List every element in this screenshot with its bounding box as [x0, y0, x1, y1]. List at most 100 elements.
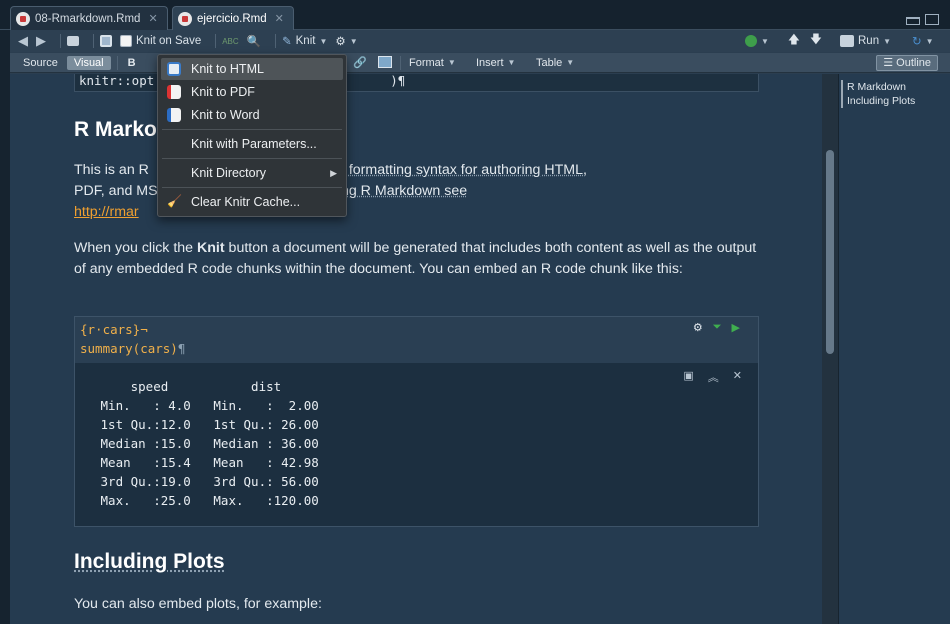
divider [215, 34, 217, 48]
search-icon[interactable]: 🔍 [247, 34, 261, 48]
knit-needle-icon: ✎ [282, 36, 292, 48]
outline-item-including-plots[interactable]: Including Plots [847, 94, 915, 108]
submenu-arrow-icon: ▶ [330, 167, 337, 178]
table-label: Table [536, 56, 563, 69]
menu-item-knit-to-html[interactable]: Knit to HTML [161, 58, 343, 80]
forward-arrow-icon[interactable]: ▶ [36, 33, 46, 49]
source-mode-button[interactable]: Source [16, 56, 65, 70]
knit-on-save-checkbox[interactable]: Knit on Save [120, 35, 201, 47]
outline-button[interactable]: ☰ Outline [876, 55, 938, 71]
heading-r-markdown: R Marko [74, 118, 157, 141]
menu-item-clear-knitr-cache[interactable]: 🧹 Clear Knitr Cache... [161, 191, 343, 213]
back-arrow-icon[interactable]: ◀ [18, 33, 28, 49]
maximize-pane-icon[interactable] [925, 14, 939, 25]
link-icon[interactable]: 🔗 [353, 56, 367, 69]
text-c: PDF, and MS [74, 183, 158, 199]
arrow-down-icon[interactable]: 🡇 [810, 32, 822, 51]
image-icon[interactable] [378, 56, 392, 68]
spellcheck-icon[interactable]: ABC [222, 37, 238, 46]
menu-item-knit-directory[interactable]: Knit Directory ▶ [161, 162, 343, 184]
visual-mode-button[interactable]: Visual [66, 55, 111, 70]
format-label: Format [409, 56, 444, 69]
collapse-output-icon[interactable]: ︽ [708, 369, 719, 385]
html-icon [167, 62, 181, 76]
left-border [0, 30, 10, 624]
menu-item-label: Knit Directory [191, 166, 267, 180]
knit-bold-text: Knit [197, 240, 225, 256]
run-chunk-icon[interactable]: ▶ [732, 321, 740, 334]
settings-button[interactable]: ⚙ ▼ [335, 34, 357, 48]
pdf-icon [167, 85, 181, 99]
tab-08-rmarkdown[interactable]: 08-Rmarkdown.Rmd ✕ [10, 6, 168, 30]
rmd-file-icon [178, 11, 192, 26]
word-icon [167, 108, 181, 122]
insert-menu[interactable]: Insert ▼ [476, 57, 515, 69]
menu-separator [162, 158, 342, 159]
rmarkdown-link[interactable]: http://rmar [74, 204, 139, 220]
tab-label: ejercicio.Rmd [197, 12, 267, 25]
expand-output-icon[interactable]: ▣ [683, 369, 693, 385]
document-editor[interactable]: knitr::opt)¶ R Marko This is an Rkdown i… [10, 74, 822, 624]
run-button[interactable]: Run ▼ [840, 35, 891, 47]
scrollbar-thumb[interactable] [826, 150, 834, 354]
paragraph-knit: When you click the Knit button a documen… [74, 238, 764, 280]
chevron-down-icon: ▼ [349, 36, 358, 46]
code-chunk-cars[interactable]: {r·cars}¬ summary(cars)¶ ⚙ ⏷ ▶ ▣ ︽ ✕ spe… [74, 316, 759, 527]
save-icon[interactable] [100, 35, 112, 47]
rerun-button[interactable]: ↻ ▼ [912, 34, 934, 48]
chunk-source[interactable]: {r·cars}¬ summary(cars)¶ [75, 317, 758, 363]
chunk-header: {r·cars}¬ [80, 322, 148, 337]
chunk-toolbar: ⚙ ⏷ ▶ [693, 321, 740, 334]
run-previous-chunks-icon[interactable]: ⏷ [713, 321, 722, 334]
minimize-pane-icon[interactable] [906, 17, 920, 25]
format-menu[interactable]: Format ▼ [409, 57, 456, 69]
code-text-tail: )¶ [390, 74, 406, 88]
outline-panel: R Markdown Including Plots [838, 74, 950, 624]
menu-separator [162, 129, 342, 130]
divider [275, 34, 276, 48]
visual-editor-toolbar: Source Visual B 🔗 Format ▼ Insert ▼ Tabl… [10, 53, 950, 73]
knit-button[interactable]: ✎ Knit ▼ [282, 34, 327, 48]
close-tab-icon[interactable]: ✕ [275, 12, 284, 25]
chevron-down-icon: ▼ [761, 36, 769, 46]
knit-dropdown-menu: Knit to HTML Knit to PDF Knit to Word Kn… [157, 54, 347, 217]
knit-on-save-label: Knit on Save [136, 35, 202, 47]
table-menu[interactable]: Table ▼ [536, 57, 574, 69]
menu-item-label: Knit to Word [191, 108, 260, 122]
close-tab-icon[interactable]: ✕ [148, 12, 157, 25]
paragraph-plots: You can also embed plots, for example: [74, 596, 322, 612]
close-output-icon[interactable]: ✕ [733, 369, 742, 385]
menu-item-knit-to-pdf[interactable]: Knit to PDF [161, 81, 343, 103]
outline-icon: ☰ [883, 57, 894, 69]
chevron-down-icon: ▼ [507, 58, 516, 67]
chunk-output: speed dist Min. : 4.0 Min. : 2.00 1st Qu… [100, 379, 319, 508]
text-a: When you click the [74, 240, 198, 256]
outline-item-r-markdown[interactable]: R Markdown [847, 80, 915, 94]
bold-button[interactable]: B [128, 57, 136, 69]
chevron-down-icon: ▼ [883, 36, 892, 46]
heading-including-plots: Including Plots [74, 550, 225, 573]
gear-icon[interactable]: ⚙ [693, 321, 703, 334]
chevron-down-icon[interactable]: ▼ [319, 37, 327, 46]
pilcrow: ¶ [177, 341, 186, 356]
menu-item-knit-to-word[interactable]: Knit to Word [161, 104, 343, 126]
run-label: Run [858, 35, 880, 47]
output-toolbar: ▣ ︽ ✕ [683, 369, 742, 385]
arrow-up-icon[interactable]: 🡅 [788, 32, 800, 51]
insert-chunk-button[interactable]: ▼ [745, 35, 769, 47]
checkbox-box[interactable] [120, 35, 132, 47]
knit-label: Knit [295, 35, 316, 47]
add-chunk-icon [745, 35, 757, 47]
run-icon [840, 35, 854, 47]
show-in-window-icon[interactable] [67, 36, 79, 46]
editor-scrollbar[interactable] [822, 74, 838, 624]
chevron-down-icon: ▼ [566, 58, 575, 67]
tab-label: 08-Rmarkdown.Rmd [35, 12, 141, 25]
code-text: knitr::opt [79, 74, 155, 88]
tab-ejercicio[interactable]: ejercicio.Rmd ✕ [172, 6, 294, 30]
menu-item-knit-with-parameters[interactable]: Knit with Parameters... [161, 133, 343, 155]
editor-toolbar: ◀ ▶ Knit on Save ABC 🔍 ✎ Knit ▼ ⚙ ▼ ▼ 🡅 … [10, 30, 950, 52]
rerun-icon: ↻ [912, 36, 922, 48]
insert-label: Insert [476, 56, 504, 69]
chevron-down-icon: ▼ [447, 58, 456, 67]
